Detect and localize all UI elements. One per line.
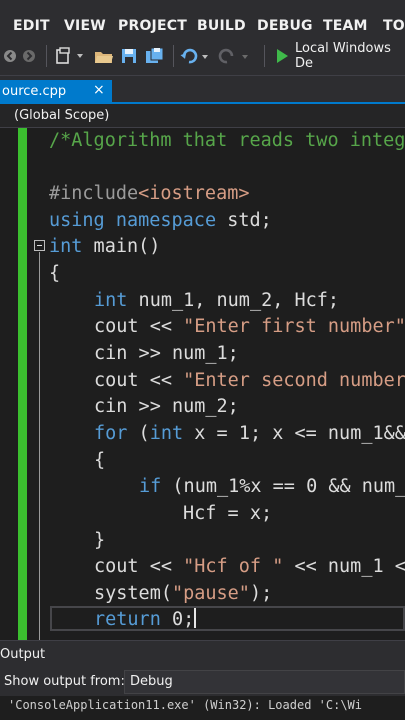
code-line-1: /*Algorithm that reads two integ	[49, 130, 405, 151]
tab-source-cpp[interactable]: ource.cpp ×	[0, 80, 112, 104]
text-caret	[194, 608, 197, 628]
back-icon[interactable]	[2, 46, 18, 66]
open-folder-icon[interactable]	[94, 46, 114, 66]
menu-build[interactable]: BUILD	[197, 18, 246, 34]
code-line-5: int main()	[49, 236, 161, 257]
menu-debug[interactable]: DEBUG	[257, 18, 313, 34]
change-tracking-margin	[18, 128, 27, 640]
code-line-7: int num_1, num_2, Hcf;	[94, 290, 340, 311]
output-toolbar: Show output from: Debug	[0, 668, 405, 696]
code-line-18: system("pause");	[94, 583, 273, 604]
code-line-17: cout << "Hcf of " << num_1 <	[94, 556, 405, 577]
menu-bar: EDIT VIEW PROJECT BUILD DEBUG TEAM TOO	[0, 0, 405, 36]
code-line-11: cin >> num_2;	[94, 396, 239, 417]
code-editor[interactable]: /*Algorithm that reads two integ #includ…	[0, 128, 405, 640]
start-debugging-icon[interactable]	[274, 46, 290, 66]
code-line-9: cin >> num_1;	[94, 343, 239, 364]
collapse-toggle-icon[interactable]	[34, 240, 45, 251]
code-line-10: cout << "Enter second number	[94, 370, 405, 391]
code-line-4: using namespace std;	[49, 210, 272, 231]
output-source-value: Debug	[130, 674, 173, 689]
output-panel-title: Output	[0, 647, 46, 662]
code-line-15: Hcf = x;	[183, 503, 273, 524]
local-windows-debugger-button[interactable]: Local Windows De	[295, 41, 405, 71]
save-icon[interactable]	[120, 46, 138, 66]
close-tab-icon[interactable]: ×	[93, 82, 105, 98]
toolbar: Local Windows De	[0, 36, 405, 76]
code-line-3: #include<iostream>	[49, 183, 250, 204]
code-line-12: for (int x = 1; x <= num_1&&	[94, 423, 405, 444]
code-line-14: if (num_1%x == 0 && num_	[139, 476, 405, 497]
menu-tools[interactable]: TOO	[383, 18, 405, 34]
code-line-16: }	[94, 530, 106, 551]
new-project-icon[interactable]	[55, 46, 85, 66]
toolbar-separator	[46, 45, 47, 67]
forward-icon[interactable]	[19, 46, 39, 66]
code-line-6: {	[49, 263, 61, 284]
menu-edit[interactable]: EDIT	[13, 18, 50, 34]
scope-dropdown[interactable]: (Global Scope)	[14, 108, 109, 123]
undo-icon[interactable]	[180, 46, 210, 66]
show-output-from-label: Show output from:	[4, 674, 125, 689]
code-line-19: return 0;	[94, 608, 197, 630]
menu-view[interactable]: VIEW	[64, 18, 106, 34]
toolbar-separator	[264, 45, 265, 67]
code-line-13: {	[94, 450, 106, 471]
code-line-8: cout << "Enter first number"	[94, 316, 405, 337]
menu-project[interactable]: PROJECT	[118, 18, 187, 34]
redo-icon[interactable]	[218, 46, 250, 66]
outlining-guide	[39, 252, 40, 640]
toolbar-separator	[173, 45, 174, 67]
output-text-pane[interactable]: 'ConsoleApplication11.exe' (Win32): Load…	[0, 696, 405, 720]
navigation-bar: (Global Scope)	[0, 104, 405, 128]
tab-label: ource.cpp	[2, 84, 67, 99]
output-panel-header: Output	[0, 640, 405, 668]
output-source-select[interactable]: Debug	[124, 670, 405, 694]
output-log-line: 'ConsoleApplication11.exe' (Win32): Load…	[8, 698, 363, 712]
document-tab-strip: ource.cpp ×	[0, 76, 405, 104]
menu-team[interactable]: TEAM	[323, 18, 368, 34]
save-all-icon[interactable]	[145, 46, 165, 66]
